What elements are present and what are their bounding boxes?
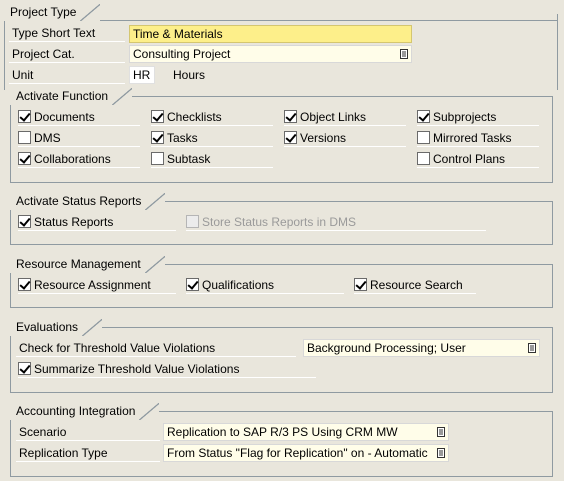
scenario-label: Scenario [16,423,160,441]
activate-function-header: Activate Function [10,88,553,105]
evaluations-header: Evaluations [10,319,553,336]
project-cat-value: Consulting Project [133,47,231,61]
replication-type-field[interactable]: From Status "Flag for Replication" on - … [163,444,449,462]
unit-text: Hours [173,68,206,82]
checkbox-summarize-threshold[interactable]: Summarize Threshold Value Violations [18,360,316,378]
checkbox-mirrored-tasks[interactable]: Mirrored Tasks [417,129,539,147]
status-reports-header: Activate Status Reports [10,193,553,210]
evaluations-title: Evaluations [10,319,103,336]
scenario-field[interactable]: Replication to SAP R/3 PS Using CRM MW [163,423,449,441]
checkbox-versions[interactable]: Versions [284,129,406,147]
threshold-check-label: Check for Threshold Value Violations [16,339,296,357]
checkbox-object-links[interactable]: Object Links [284,108,406,126]
accounting-integration-header: Accounting Integration [10,403,553,420]
value-help-icon[interactable] [437,448,445,458]
threshold-check-field[interactable]: Background Processing; User [303,339,540,357]
checkbox-control-plans[interactable]: Control Plans [417,150,539,168]
value-help-icon[interactable] [400,49,408,59]
scenario-value: Replication to SAP R/3 PS Using CRM MW [167,425,398,439]
resource-management-header: Resource Management [10,256,553,273]
checkbox-checklists[interactable]: Checklists [151,108,273,126]
unit-label: Unit [9,66,125,84]
checkbox-resource-search[interactable]: Resource Search [354,276,476,294]
status-reports-title: Activate Status Reports [10,193,166,210]
checkbox-dms[interactable]: DMS [18,129,140,147]
checkbox-store-status-reports-dms[interactable]: Store Status Reports in DMS [186,213,486,231]
type-short-text-label: Type Short Text [9,24,125,42]
value-help-icon[interactable] [528,343,536,353]
checkbox-subprojects[interactable]: Subprojects [417,108,539,126]
project-cat-field[interactable]: Consulting Project [129,45,412,63]
project-cat-label: Project Cat. [9,45,125,63]
checkbox-subtask[interactable]: Subtask [151,150,273,168]
value-help-icon[interactable] [437,427,445,437]
threshold-check-value: Background Processing; User [307,341,466,355]
checkbox-tasks[interactable]: Tasks [151,129,273,147]
unit-field[interactable]: HR [129,66,155,84]
replication-type-value: From Status "Flag for Replication" on - … [167,446,428,460]
accounting-integration-title: Accounting Integration [10,403,160,420]
replication-type-label: Replication Type [16,444,160,462]
checkbox-documents[interactable]: Documents [18,108,140,126]
activate-function-title: Activate Function [10,88,133,105]
checkbox-collaborations[interactable]: Collaborations [18,150,140,168]
checkbox-resource-assignment[interactable]: Resource Assignment [18,276,176,294]
project-type-header: Project Type [4,4,558,21]
type-short-text-field[interactable]: Time & Materials [129,25,412,43]
checkbox-qualifications[interactable]: Qualifications [186,276,344,294]
checkbox-status-reports[interactable]: Status Reports [18,213,176,231]
resource-management-title: Resource Management [10,256,165,273]
project-type-title: Project Type [4,4,101,21]
